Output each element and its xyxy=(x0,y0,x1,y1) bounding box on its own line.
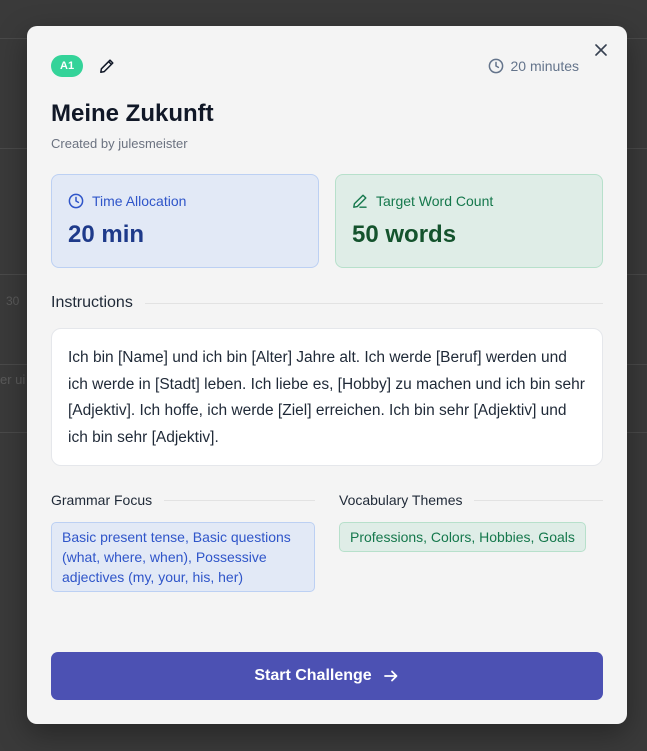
grammar-focus-tag: Basic present tense, Basic questions (wh… xyxy=(51,522,315,592)
background-text: er ui xyxy=(0,372,26,387)
edit-button[interactable] xyxy=(97,56,117,76)
vocabulary-themes-heading-text: Vocabulary Themes xyxy=(339,492,463,508)
target-word-count-label: Target Word Count xyxy=(376,193,494,209)
start-challenge-button[interactable]: Start Challenge xyxy=(51,652,603,700)
arrow-right-icon xyxy=(383,670,398,682)
section-divider xyxy=(474,499,603,501)
target-word-count-card: Target Word Count 50 words xyxy=(335,174,603,268)
instructions-heading-text: Instructions xyxy=(51,294,133,311)
time-allocation-value: 20 min xyxy=(68,221,145,248)
close-icon xyxy=(595,44,607,56)
pencil-icon xyxy=(100,59,114,73)
instructions-text: Ich bin [Name] und ich bin [Alter] Jahre… xyxy=(51,328,603,466)
section-divider xyxy=(164,499,315,501)
level-badge: A1 xyxy=(51,55,84,77)
challenge-modal: A1 20 minutes Meine Zukunft Created by j… xyxy=(27,26,627,724)
duration-text: 20 minutes xyxy=(510,58,579,74)
grammar-focus-heading-text: Grammar Focus xyxy=(51,492,153,508)
grammar-focus-heading: Grammar Focus xyxy=(51,492,315,508)
start-challenge-label: Start Challenge xyxy=(254,667,372,684)
creator-text: Created by julesmeister xyxy=(51,136,188,151)
time-allocation-card: Time Allocation 20 min xyxy=(51,174,319,268)
vocabulary-themes-heading: Vocabulary Themes xyxy=(339,492,603,508)
challenge-title: Meine Zukunft xyxy=(51,100,214,127)
duration-info: 20 minutes xyxy=(488,58,579,74)
time-allocation-label: Time Allocation xyxy=(92,193,187,209)
modal-header-row: A1 20 minutes xyxy=(51,54,579,78)
clock-icon xyxy=(68,193,84,209)
vocabulary-themes-tag: Professions, Colors, Hobbies, Goals xyxy=(339,522,586,552)
pencil-icon xyxy=(353,194,367,208)
close-button[interactable] xyxy=(591,40,611,60)
background-text: 30 xyxy=(6,294,20,308)
clock-icon xyxy=(488,58,503,74)
section-divider xyxy=(144,302,603,304)
target-word-count-value: 50 words xyxy=(352,221,457,248)
instructions-heading: Instructions xyxy=(51,294,603,312)
